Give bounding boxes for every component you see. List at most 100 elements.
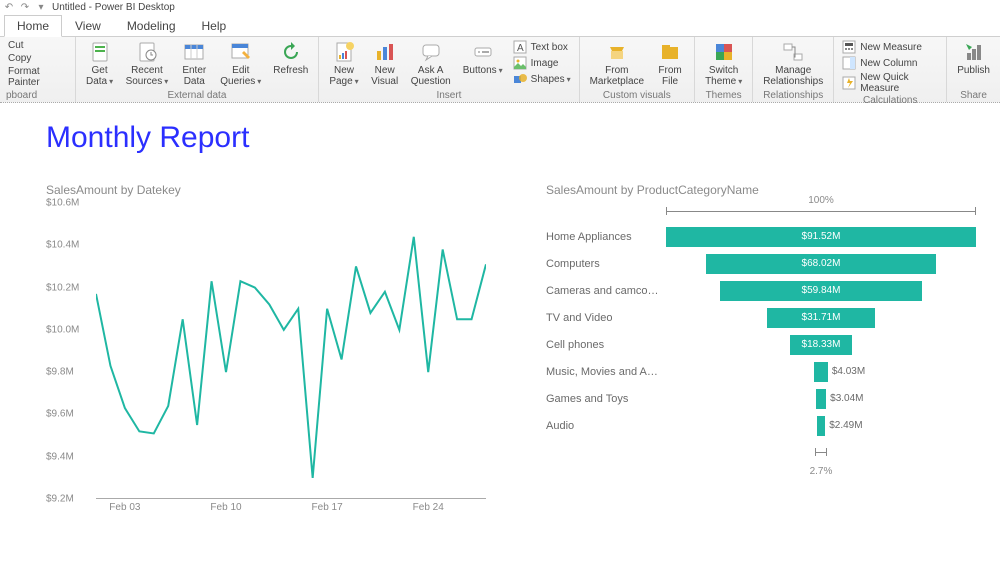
funnel-bottom-scale: 2.7% (666, 443, 976, 479)
undo-icon[interactable]: ↶ (4, 2, 14, 12)
title-bar: ↶ ↷ ▾ Untitled - Power BI Desktop (0, 0, 1000, 14)
group-label-share: Share (960, 90, 987, 101)
cut-button[interactable]: Cut (6, 39, 26, 52)
funnel-row: Cameras and camcord... $59.84M (546, 277, 976, 304)
group-label-calculations: Calculations (863, 95, 917, 106)
recent-sources-icon (136, 41, 158, 63)
funnel-category-label: TV and Video (546, 312, 666, 324)
redo-icon[interactable]: ↷ (20, 2, 30, 12)
funnel-bar: $31.71M (767, 308, 874, 328)
funnel-bar: $4.03M (814, 362, 828, 382)
tab-help[interactable]: Help (189, 15, 240, 36)
buttons-button[interactable]: Buttons (459, 39, 507, 78)
column-icon (842, 56, 856, 70)
new-visual-button[interactable]: New Visual (367, 39, 403, 89)
funnel-category-label: Cell phones (546, 339, 666, 351)
group-label-custom-visuals: Custom visuals (603, 90, 671, 101)
funnel-row: Music, Movies and Aud... $4.03M (546, 358, 976, 385)
group-share: Publish Share (947, 37, 1000, 102)
shapes-button[interactable]: Shapes (511, 71, 573, 87)
from-marketplace-button[interactable]: From Marketplace (586, 39, 648, 89)
new-measure-button[interactable]: New Measure (840, 39, 940, 55)
new-column-button[interactable]: New Column (840, 55, 940, 71)
enter-data-icon (183, 41, 205, 63)
funnel-bar: $18.33M (790, 335, 852, 355)
funnel-row: TV and Video $31.71M (546, 304, 976, 331)
funnel-category-label: Computers (546, 258, 666, 270)
get-data-button[interactable]: Get Data (82, 39, 118, 89)
funnel-row: Home Appliances$91.52M (546, 223, 976, 250)
manage-relationships-button[interactable]: Manage Relationships (759, 39, 827, 89)
measure-icon (842, 40, 856, 54)
funnel-rows: Home Appliances$91.52MComputers$68.02MCa… (546, 223, 976, 439)
text-box-button[interactable]: A Text box (511, 39, 573, 55)
funnel-chart[interactable]: SalesAmount by ProductCategoryName 100% … (546, 183, 976, 499)
copy-button[interactable]: Copy (6, 52, 33, 65)
funnel-category-label: Audio (546, 420, 666, 432)
funnel-row: Cell phones $18.33M (546, 331, 976, 358)
ribbon-tabs: Home View Modeling Help (0, 14, 1000, 36)
switch-theme-button[interactable]: Switch Theme (701, 39, 746, 89)
format-painter-button[interactable]: Format Painter (6, 65, 69, 89)
quick-measure-icon (842, 76, 856, 90)
tab-home[interactable]: Home (4, 15, 62, 37)
edit-queries-icon (230, 41, 252, 63)
refresh-button[interactable]: Refresh (269, 39, 312, 78)
page-title: Monthly Report (46, 121, 1000, 155)
report-canvas[interactable]: Monthly Report SalesAmount by Datekey $9… (0, 103, 1000, 499)
group-label-clipboard: pboard (6, 90, 37, 101)
shapes-icon (513, 72, 527, 86)
group-custom-visuals: From Marketplace From File Custom visual… (580, 37, 695, 102)
marketplace-icon (606, 41, 628, 63)
publish-icon (963, 41, 985, 63)
group-label-external-data: External data (167, 90, 226, 101)
window-title: Untitled - Power BI Desktop (52, 2, 175, 13)
image-button[interactable]: Image (511, 55, 573, 71)
new-visual-icon (374, 41, 396, 63)
publish-button[interactable]: Publish (953, 39, 994, 78)
speech-bubble-icon (420, 41, 442, 63)
funnel-category-label: Home Appliances (546, 231, 666, 243)
get-data-icon (89, 41, 111, 63)
funnel-row: Audio $2.49M (546, 412, 976, 439)
group-clipboard: Cut Copy Format Painter pboard (0, 37, 76, 102)
line-chart[interactable]: SalesAmount by Datekey $9.2M$9.4M$9.6M$9… (46, 183, 486, 499)
funnel-bar: $2.49M (817, 416, 825, 436)
funnel-category-label: Games and Toys (546, 393, 666, 405)
group-label-themes: Themes (706, 90, 742, 101)
new-page-button[interactable]: New Page (325, 39, 362, 89)
line-chart-plot: $9.2M$9.4M$9.6M$9.8M$10.0M$10.2M$10.4M$1… (46, 203, 486, 499)
funnel-bar: $59.84M (720, 281, 923, 301)
funnel-bar: $68.02M (706, 254, 936, 274)
group-insert: New Page New Visual Ask A Question Butto… (319, 37, 579, 102)
relationships-icon (782, 41, 804, 63)
group-calculations: New Measure New Column New Quick Measure… (834, 37, 947, 102)
funnel-bar: $91.52M (666, 227, 976, 247)
ask-a-question-button[interactable]: Ask A Question (407, 39, 455, 89)
text-box-icon: A (513, 40, 527, 54)
edit-queries-button[interactable]: Edit Queries (216, 39, 265, 89)
funnel-row: Games and Toys$3.04M (546, 385, 976, 412)
tab-modeling[interactable]: Modeling (114, 15, 189, 36)
funnel-row: Computers $68.02M (546, 250, 976, 277)
image-icon (513, 56, 527, 70)
qat-caret-icon[interactable]: ▾ (36, 2, 46, 12)
svg-text:A: A (517, 43, 524, 54)
refresh-icon (280, 41, 302, 63)
group-label-insert: Insert (436, 90, 461, 101)
funnel-top-scale: 100% (666, 203, 976, 219)
funnel-category-label: Cameras and camcord... (546, 285, 666, 297)
new-page-icon (333, 41, 355, 63)
ribbon: Cut Copy Format Painter pboard Get Data … (0, 36, 1000, 103)
recent-sources-button[interactable]: Recent Sources (122, 39, 173, 89)
new-quick-measure-button[interactable]: New Quick Measure (840, 71, 940, 95)
line-chart-title: SalesAmount by Datekey (46, 183, 486, 197)
funnel-category-label: Music, Movies and Aud... (546, 366, 666, 378)
from-file-button[interactable]: From File (652, 39, 688, 89)
from-file-icon (659, 41, 681, 63)
group-external-data: Get Data Recent Sources Enter Data Edit … (76, 37, 320, 102)
enter-data-button[interactable]: Enter Data (176, 39, 212, 89)
group-relationships: Manage Relationships Relationships (753, 37, 834, 102)
tab-view[interactable]: View (62, 15, 114, 36)
buttons-icon (472, 41, 494, 63)
